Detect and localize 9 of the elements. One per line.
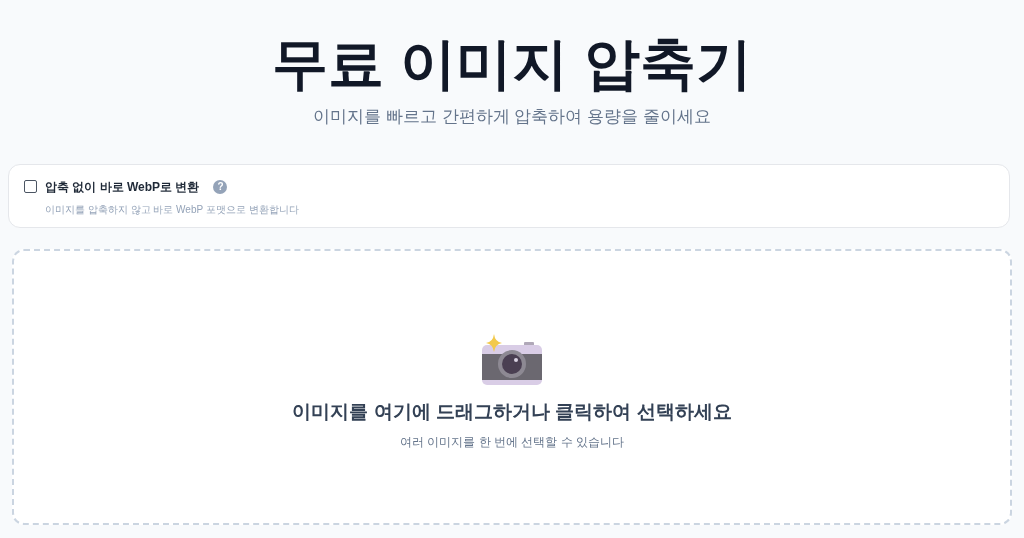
camera-icon xyxy=(480,334,544,387)
dropzone-hint: 여러 이미지를 한 번에 선택할 수 있습니다 xyxy=(400,433,624,451)
dropzone[interactable]: 이미지를 여기에 드래그하거나 클릭하여 선택하세요 여러 이미지를 한 번에 선택할 수 있습니다 xyxy=(12,248,1012,525)
option-description: 이미지를 압축하지 않고 바로 WebP 포맷으로 변환합니다 xyxy=(45,202,300,217)
checkbox[interactable] xyxy=(24,180,37,193)
page-subtitle: 이미지를 빠르고 간편하게 압축하여 용량을 줄이세요 xyxy=(313,106,711,128)
dropzone-title: 이미지를 여기에 드래그하거나 클릭하여 선택하세요 xyxy=(292,400,732,425)
page-title: 무료 이미지 압축기 xyxy=(272,31,752,97)
option-label: 압축 없이 바로 WebP로 변환 xyxy=(45,178,200,196)
